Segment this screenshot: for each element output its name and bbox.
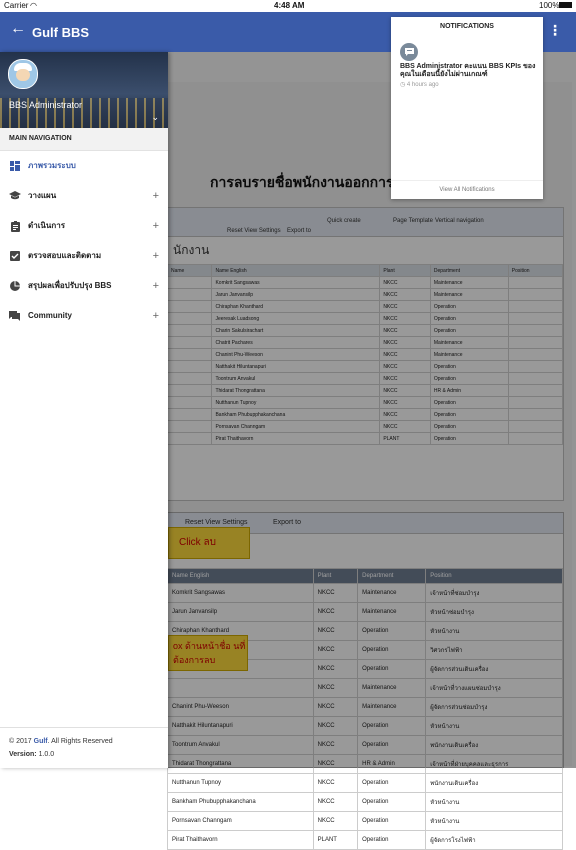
table-cell: Operation (357, 811, 427, 831)
table-row[interactable]: Pirat Thaithavorn PLANT Operation ผู้จัดการ… (167, 830, 563, 850)
expand-plus-icon[interactable]: + (153, 271, 159, 301)
app-title: Gulf BBS (32, 25, 90, 40)
copyright-text: © 2017 Gulf. All Rights Reserved (9, 738, 113, 745)
table-cell: Pornsavan Channgam (167, 811, 314, 831)
table-cell: Pirat Thaithavorn (167, 830, 314, 850)
table-cell: หัวหน้างาน (425, 792, 563, 812)
table-row[interactable]: Nutthanun Tupnoy NKCC Operation พนักงานเดิน… (167, 773, 563, 793)
status-bar: Carrier ◠ 4:48 AM 100% (0, 0, 576, 12)
notification-time: ◷ 4 hours ago (400, 81, 439, 88)
navigation-drawer: BBS Administrator ⌄ MAIN NAVIGATION ภาพร… (0, 52, 168, 768)
table-cell: Operation (357, 773, 427, 793)
table-cell: หัวหน้างาน (425, 811, 563, 831)
message-icon (400, 43, 418, 61)
sidebar-item-plan[interactable]: วางแผน + (0, 181, 168, 211)
dashboard-icon (9, 151, 21, 181)
sidebar-item-label: ดำเนินการ (28, 221, 65, 230)
table-cell: NKCC (312, 811, 359, 831)
table-cell: Bankham Phubupphakanchana (167, 792, 314, 812)
check-box-icon (9, 241, 21, 271)
version-text: Version: 1.0.0 (9, 751, 54, 758)
clock: 4:48 AM (274, 1, 305, 10)
table-cell: พนักงานเดินเครื่อง (425, 773, 563, 793)
table-row[interactable]: Bankham Phubupphakanchana NKCC Operation หั… (167, 792, 563, 812)
pie-chart-icon (9, 271, 21, 301)
battery-icon (559, 2, 572, 8)
table-cell: NKCC (312, 792, 359, 812)
wifi-icon: ◠ (30, 1, 37, 10)
table-cell: PLANT (312, 830, 359, 850)
assignment-icon (9, 211, 21, 241)
table-cell: Operation (357, 830, 427, 850)
copyright-suffix: . All Rights Reserved (47, 738, 113, 745)
drawer-footer: © 2017 Gulf. All Rights Reserved Version… (0, 727, 168, 768)
expand-plus-icon[interactable]: + (153, 211, 159, 241)
notifications-dropdown: NOTIFICATIONS BBS Administrator คะแนน BB… (391, 17, 543, 199)
table-row[interactable]: Pornsavan Channgam NKCC Operation หัวหน้างา… (167, 811, 563, 831)
carrier-label: Carrier (4, 1, 29, 10)
table-cell: Nutthanun Tupnoy (167, 773, 314, 793)
copyright-year: © 2017 (9, 738, 32, 745)
chevron-down-icon[interactable]: ⌄ (151, 112, 159, 123)
sidebar-item-label: วางแผน (28, 191, 57, 200)
notification-time-label: 4 hours ago (406, 82, 439, 88)
sidebar-item-monitor[interactable]: ตรวจสอบและติดตาม + (0, 241, 168, 271)
version-number: 1.0.0 (38, 751, 55, 758)
nav-section-header: MAIN NAVIGATION (0, 128, 168, 151)
sidebar-item-summary[interactable]: สรุปผลเพื่อปรับปรุง BBS + (0, 271, 168, 301)
user-name: BBS Administrator (9, 100, 83, 110)
sidebar-item-label: ตรวจสอบและติดตาม (28, 251, 102, 260)
avatar-face (16, 69, 30, 81)
notification-text: BBS Administrator คะแนน BBS KPIs ของคุณใ… (400, 63, 536, 78)
expand-plus-icon[interactable]: + (153, 181, 159, 211)
sidebar-item-community[interactable]: Community + (0, 301, 168, 331)
table-cell: NKCC (312, 773, 359, 793)
version-label: Version: (9, 751, 37, 758)
profile-header: BBS Administrator ⌄ (0, 52, 168, 128)
view-all-notifications-link[interactable]: View All Notifications (391, 180, 543, 199)
sidebar-item-label: ภาพรวมระบบ (28, 161, 76, 170)
forum-icon (9, 301, 21, 331)
sidebar-item-label: สรุปผลเพื่อปรับปรุง BBS (28, 281, 112, 290)
notifications-header: NOTIFICATIONS (440, 23, 494, 30)
school-icon (9, 181, 21, 211)
expand-plus-icon[interactable]: + (153, 301, 159, 331)
avatar[interactable] (8, 59, 38, 89)
arrow-left-icon[interactable]: ← (10, 20, 26, 38)
table-cell: ผู้จัดการโรงไฟฟ้า (425, 830, 563, 850)
sidebar-item-label: Community (28, 311, 72, 320)
sidebar-item-overview[interactable]: ภาพรวมระบบ (0, 151, 168, 181)
battery-percentage: 100% (539, 1, 560, 10)
brand-link[interactable]: Gulf (34, 738, 48, 745)
sidebar-item-operate[interactable]: ดำเนินการ + (0, 211, 168, 241)
table-cell: Operation (357, 792, 427, 812)
expand-plus-icon[interactable]: + (153, 241, 159, 271)
more-vertical-icon[interactable]: ⋮ (548, 22, 562, 39)
clock-icon: ◷ (400, 82, 406, 88)
notification-item[interactable]: BBS Administrator คะแนน BBS KPIs ของคุณใ… (391, 37, 543, 195)
